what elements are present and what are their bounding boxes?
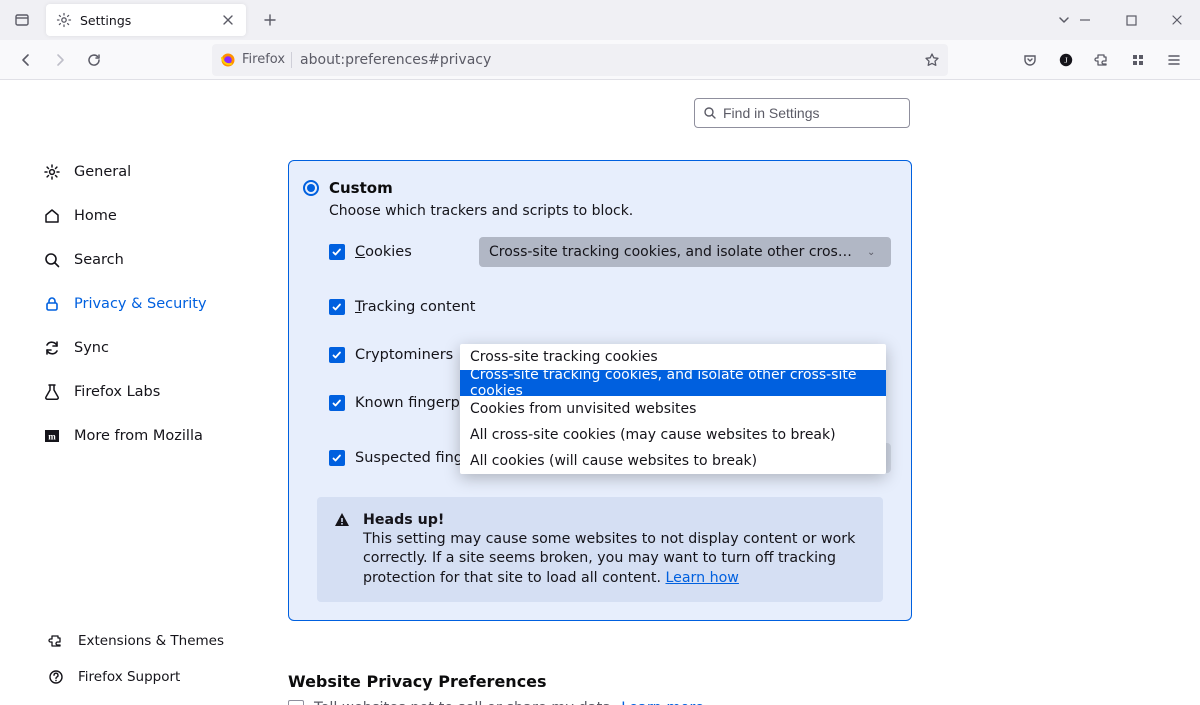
titlebar-spacer-icon[interactable] [8, 6, 36, 34]
sidebar-item-search[interactable]: Search [40, 238, 260, 282]
search-icon [42, 250, 62, 270]
sidebar-item-label: General [74, 164, 131, 180]
sidebar-item-label: Firefox Labs [74, 384, 160, 400]
cookies-dropdown-button[interactable]: Cross-site tracking cookies, and isolate… [479, 237, 891, 267]
flask-icon [42, 382, 62, 402]
checkbox-cookies[interactable] [329, 244, 345, 260]
maximize-button[interactable] [1108, 0, 1154, 40]
puzzle-icon [46, 631, 66, 651]
dropdown-option[interactable]: Cookies from unvisited websites [460, 396, 886, 422]
section-heading: Website Privacy Preferences [288, 672, 547, 691]
sidebar-item-support[interactable]: Firefox Support [44, 659, 260, 695]
extensions-button[interactable] [1086, 44, 1118, 76]
gear-icon [42, 162, 62, 182]
window-titlebar: Settings [0, 0, 1200, 40]
apps-button[interactable] [1122, 44, 1154, 76]
option-label: Cryptominers [355, 347, 453, 363]
url-text: about:preferences#privacy [300, 52, 491, 68]
sidebar-item-label: Sync [74, 340, 109, 356]
dropdown-option[interactable]: Cross-site tracking cookies, and isolate… [460, 370, 886, 396]
sidebar-item-sync[interactable]: Sync [40, 326, 260, 370]
sidebar-item-more-mozilla[interactable]: m More from Mozilla [40, 414, 260, 458]
dropdown-option[interactable]: All cookies (will cause websites to brea… [460, 448, 886, 474]
sidebar-item-label: Privacy & Security [74, 296, 207, 312]
section-row: Tell websites not to sell or share my da… [288, 700, 704, 705]
checkbox-do-not-sell[interactable] [288, 700, 304, 705]
option-cookies-row: Cookies Cross-site tracking cookies, and… [329, 237, 897, 267]
divider [291, 52, 292, 68]
home-icon [42, 206, 62, 226]
settings-search-input[interactable] [723, 105, 904, 121]
checkbox-cryptominers[interactable] [329, 347, 345, 363]
account-button[interactable]: J [1050, 44, 1082, 76]
option-tracking-row: Tracking content [329, 299, 897, 315]
row-label: Tell websites not to sell or share my da… [314, 700, 611, 705]
sidebar-bottom: Extensions & Themes Firefox Support [0, 623, 260, 695]
checkbox-known-fp[interactable] [329, 395, 345, 411]
gear-icon [56, 12, 72, 28]
sidebar-item-label: Search [74, 252, 124, 268]
warning-title: Heads up! [363, 512, 444, 528]
learn-how-link[interactable]: Learn how [665, 570, 738, 586]
radio-custom[interactable] [303, 180, 319, 196]
warning-body: This setting may cause some websites to … [363, 531, 855, 585]
option-label: Tracking content [355, 299, 476, 315]
new-tab-button[interactable] [256, 6, 284, 34]
warning-icon [333, 511, 351, 588]
dropdown-selected: Cross-site tracking cookies, and isolate… [489, 244, 859, 260]
browser-toolbar: Firefox about:preferences#privacy J [0, 40, 1200, 80]
reload-button[interactable] [78, 44, 110, 76]
cookies-dropdown-menu: Cross-site tracking cookies Cross-site t… [460, 344, 886, 474]
url-bar[interactable]: Firefox about:preferences#privacy [212, 44, 948, 76]
sync-icon [42, 338, 62, 358]
back-button[interactable] [10, 44, 42, 76]
checkbox-suspected-fp[interactable] [329, 450, 345, 466]
app-menu-button[interactable] [1158, 44, 1190, 76]
pocket-button[interactable] [1014, 44, 1046, 76]
sidebar-item-label: Extensions & Themes [78, 633, 224, 649]
learn-more-link[interactable]: Learn more [621, 700, 704, 705]
svg-text:J: J [1064, 56, 1067, 65]
browser-tab[interactable]: Settings [46, 4, 246, 36]
search-icon [703, 106, 717, 120]
svg-text:m: m [48, 432, 56, 442]
settings-sidebar: General Home Search Privacy & Security S… [0, 150, 260, 458]
sidebar-item-privacy[interactable]: Privacy & Security [40, 282, 260, 326]
chevron-down-icon: ⌄ [867, 247, 875, 258]
firefox-logo-icon [220, 52, 236, 68]
sidebar-item-label: Firefox Support [78, 669, 180, 685]
settings-search[interactable] [694, 98, 910, 128]
option-label: Cookies [355, 244, 412, 260]
sidebar-item-labs[interactable]: Firefox Labs [40, 370, 260, 414]
lock-icon [42, 294, 62, 314]
sidebar-item-home[interactable]: Home [40, 194, 260, 238]
sidebar-item-label: More from Mozilla [74, 428, 203, 444]
panel-subtitle: Choose which trackers and scripts to blo… [329, 203, 897, 219]
panel-title: Custom [329, 179, 393, 197]
minimize-button[interactable] [1062, 0, 1108, 40]
close-icon[interactable] [220, 12, 236, 28]
warning-box: Heads up! This setting may cause some we… [317, 497, 883, 602]
sidebar-item-label: Home [74, 208, 117, 224]
bookmark-star-icon[interactable] [924, 52, 940, 68]
checkbox-tracking[interactable] [329, 299, 345, 315]
dropdown-option[interactable]: All cross-site cookies (may cause websit… [460, 422, 886, 448]
sidebar-item-extensions[interactable]: Extensions & Themes [44, 623, 260, 659]
mozilla-icon: m [42, 426, 62, 446]
forward-button[interactable] [44, 44, 76, 76]
help-icon [46, 667, 66, 687]
tab-title: Settings [80, 13, 212, 28]
sidebar-item-general[interactable]: General [40, 150, 260, 194]
close-window-button[interactable] [1154, 0, 1200, 40]
identity-label: Firefox [242, 52, 285, 67]
